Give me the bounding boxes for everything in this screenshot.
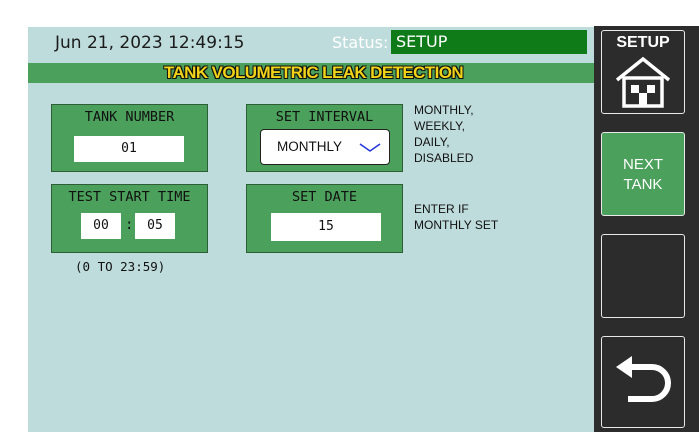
set-date-label: SET DATE (291, 189, 358, 205)
status-badge: SETUP (391, 30, 587, 54)
tank-number-label: TANK NUMBER (84, 109, 175, 125)
time-range-hint: (0 TO 23:59) (75, 259, 166, 274)
setup-home-button[interactable]: SETUP (601, 30, 685, 114)
back-button[interactable] (601, 336, 685, 428)
time-separator: : (125, 217, 134, 233)
set-date-input[interactable]: 15 (271, 213, 381, 241)
page-title: TANK VOLUMETRIC LEAK DETECTION (28, 63, 599, 83)
datetime-display: Jun 21, 2023 12:49:15 (55, 33, 245, 53)
tank-number-panel: TANK NUMBER 01 (51, 104, 208, 172)
home-icon (614, 55, 672, 113)
test-start-time-label: TEST START TIME (68, 189, 191, 205)
sidebar: SETUP NEXT TANK (594, 26, 699, 432)
blank-button[interactable] (601, 234, 685, 318)
set-interval-label: SET INTERVAL (275, 109, 374, 125)
hmi-screen: Jun 21, 2023 12:49:15 Status: SETUP TANK… (28, 27, 599, 432)
start-hours-input[interactable]: 00 (81, 213, 121, 239)
set-date-panel: SET DATE 15 (246, 184, 403, 253)
back-arrow-icon (614, 353, 674, 415)
next-tank-button[interactable]: NEXT TANK (601, 132, 685, 216)
set-interval-panel: SET INTERVAL MONTHLY (246, 104, 403, 172)
chevron-down-icon[interactable] (359, 142, 381, 157)
status-label: Status: (332, 33, 389, 52)
tank-number-input[interactable]: 01 (74, 136, 184, 162)
test-start-time-panel: TEST START TIME 00 : 05 (51, 184, 208, 253)
interval-selected-value: MONTHLY (277, 139, 343, 154)
setup-label: SETUP (616, 34, 670, 51)
interval-options-hint: MONTHLY, WEEKLY, DAILY, DISABLED (414, 103, 474, 165)
next-tank-label: NEXT TANK (622, 156, 663, 193)
interval-dropdown[interactable]: MONTHLY (260, 129, 390, 165)
start-minutes-input[interactable]: 05 (135, 213, 175, 239)
set-date-hint: ENTER IF MONTHLY SET (414, 202, 499, 232)
